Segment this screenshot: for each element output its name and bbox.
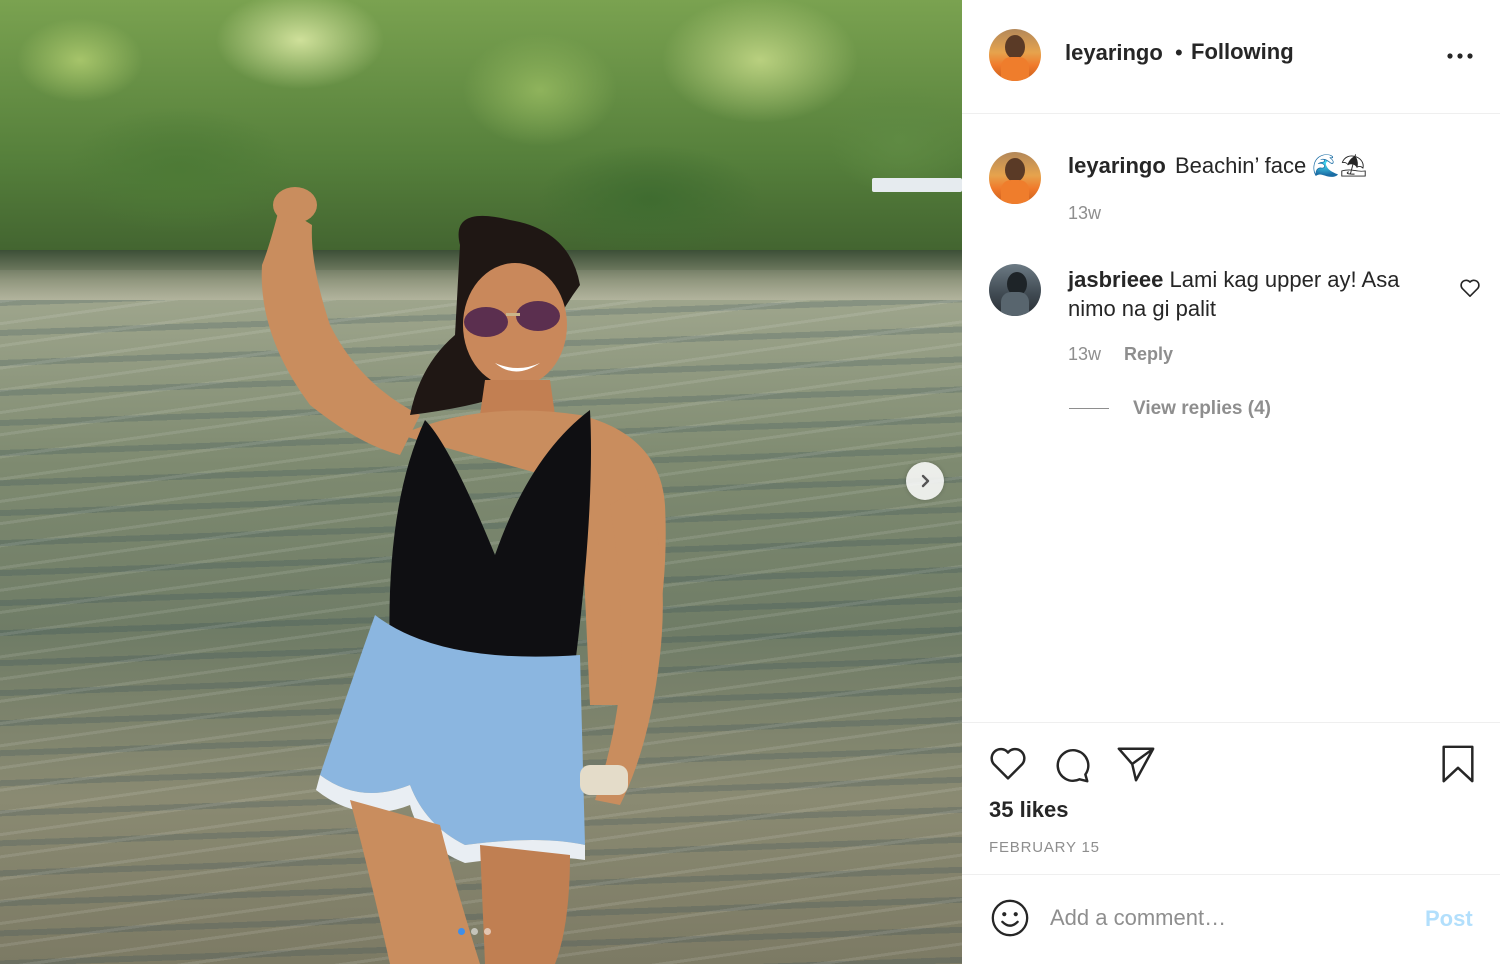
post-actions: 35 likes FEBRUARY 15 <box>962 722 1500 874</box>
bookmark-icon[interactable] <box>1437 743 1479 785</box>
more-options-button[interactable] <box>1446 42 1474 70</box>
commenter-avatar[interactable] <box>989 264 1041 316</box>
chevron-right-icon <box>921 474 930 488</box>
comment-username[interactable]: jasbrieee <box>1068 267 1163 292</box>
carousel-dot <box>471 928 478 935</box>
post-header: leyaringo • Following <box>962 0 1500 114</box>
paper-plane-icon[interactable] <box>1115 743 1157 785</box>
comment-timestamp[interactable]: 13w <box>1068 344 1101 365</box>
caption-avatar[interactable] <box>989 152 1041 204</box>
view-replies-line <box>1069 408 1109 409</box>
carousel-next-button[interactable] <box>906 462 944 500</box>
follow-status-button[interactable]: Following <box>1191 39 1294 65</box>
photo-subject <box>261 187 666 964</box>
post-side-panel: leyaringo • Following leyaringo Beachin’… <box>962 0 1500 964</box>
header-separator: • <box>1175 40 1183 65</box>
comment-like-heart-icon[interactable] <box>1459 278 1481 298</box>
likes-count[interactable]: 35 likes <box>989 797 1069 823</box>
comment-bubble-icon[interactable] <box>1051 743 1093 785</box>
comment-input[interactable] <box>1050 900 1410 936</box>
comment-reply-button[interactable]: Reply <box>1124 344 1173 365</box>
more-horizontal-icon <box>1447 53 1473 59</box>
carousel-dot <box>458 928 465 935</box>
author-avatar[interactable] <box>989 29 1041 81</box>
post-photo[interactable] <box>0 0 962 964</box>
caption-timestamp[interactable]: 13w <box>1068 203 1101 224</box>
carousel-dot <box>484 928 491 935</box>
caption-username[interactable]: leyaringo <box>1068 153 1166 179</box>
comment-body: jasbrieee Lami kag upper ay! Asa nimo na… <box>1068 265 1428 323</box>
post-date[interactable]: FEBRUARY 15 <box>989 839 1100 856</box>
caption-text: Beachin’ face 🌊⛱ <box>1175 153 1368 178</box>
photo-hut-roof <box>872 178 962 192</box>
heart-icon[interactable] <box>987 743 1029 785</box>
smiley-icon[interactable] <box>989 897 1031 939</box>
post-comment-button[interactable]: Post <box>1425 906 1473 932</box>
comment-composer: Post <box>962 874 1500 964</box>
view-replies-button[interactable]: View replies (4) <box>1133 398 1271 420</box>
author-username[interactable]: leyaringo <box>1065 40 1163 66</box>
carousel-indicator <box>458 928 491 935</box>
